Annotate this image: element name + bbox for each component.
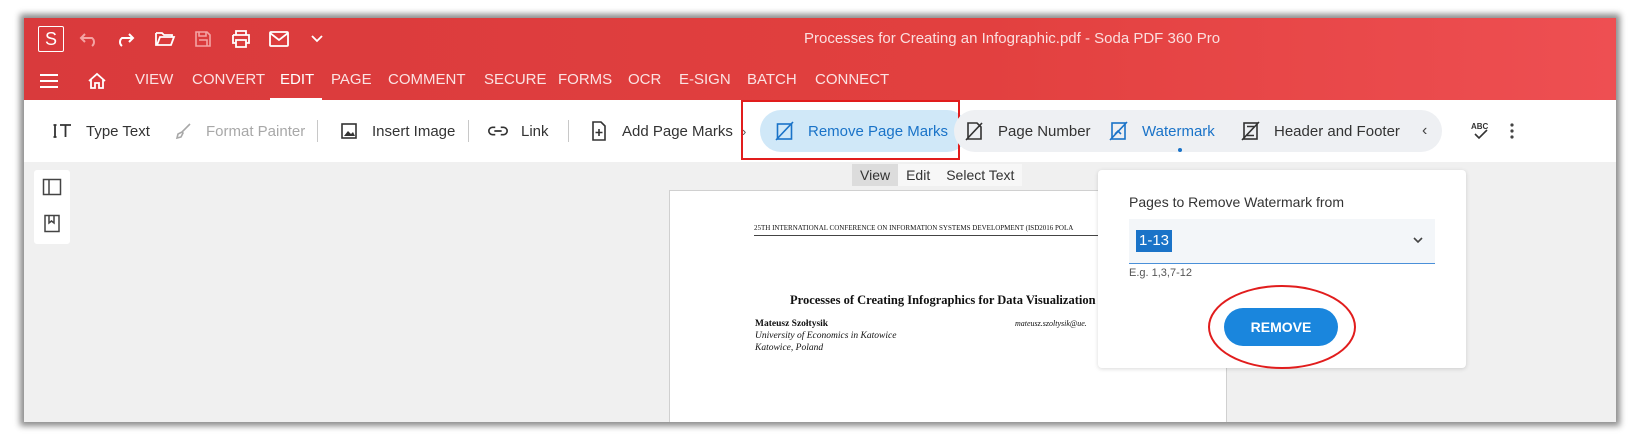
left-side-rail: [34, 170, 70, 244]
toolbar-divider: [317, 120, 318, 142]
chevron-down-icon[interactable]: [1411, 233, 1425, 247]
page-number-tool[interactable]: Page Number: [964, 100, 1091, 162]
tab-view[interactable]: View: [852, 164, 899, 186]
app-logo[interactable]: S: [38, 26, 64, 52]
menu-edit[interactable]: EDIT: [280, 71, 314, 88]
pages-range-hint: E.g. 1,3,7-12: [1129, 267, 1192, 279]
document-author: Mateusz Szołtysik: [755, 319, 829, 329]
watermark-label: Watermark: [1142, 122, 1215, 140]
menu-esign[interactable]: E-SIGN: [679, 71, 731, 88]
image-icon: [338, 120, 360, 142]
header-footer-icon: [1240, 120, 1262, 142]
link-label: Link: [521, 122, 549, 140]
annotation-highlight-box: [741, 100, 960, 160]
document-mode-tabs: View Edit Select Text: [852, 164, 1023, 186]
link-tool[interactable]: Link: [487, 100, 549, 162]
pages-field-label: Pages to Remove Watermark from: [1129, 194, 1344, 210]
menu-forms[interactable]: FORMS: [558, 71, 612, 88]
svg-text:ABC: ABC: [1471, 122, 1489, 131]
toolbar-divider: [468, 120, 469, 142]
insert-image-tool[interactable]: Insert Image: [338, 100, 455, 162]
open-folder-icon[interactable]: [152, 26, 178, 52]
scroll-left-icon[interactable]: ‹: [1422, 100, 1427, 162]
title-bar: S Processes for Creating an Infographic.…: [24, 18, 1616, 60]
menu-secure[interactable]: SECURE: [484, 71, 547, 88]
watermark-tool[interactable]: Watermark: [1108, 100, 1215, 162]
menu-convert[interactable]: CONVERT: [192, 71, 265, 88]
format-painter-icon: [172, 120, 194, 142]
document-running-header: 25TH INTERNATIONAL CONFERENCE ON INFORMA…: [754, 224, 1074, 232]
home-icon[interactable]: [84, 68, 110, 94]
document-title: Processes of Creating Infographics for D…: [790, 293, 1096, 307]
save-icon[interactable]: [190, 26, 216, 52]
more-options-icon[interactable]: [1509, 100, 1515, 162]
type-text-label: Type Text: [86, 122, 150, 140]
bookmark-icon[interactable]: [43, 214, 61, 239]
selected-tool-indicator: [1178, 148, 1182, 152]
menu-view[interactable]: VIEW: [135, 71, 173, 88]
format-painter-label: Format Painter: [206, 122, 306, 140]
add-page-marks-tool[interactable]: Add Page Marks: [588, 100, 733, 162]
hamburger-menu-icon[interactable]: [36, 68, 62, 94]
annotation-highlight-ellipse: [1208, 285, 1356, 369]
link-icon: [487, 120, 509, 142]
app-window: S Processes for Creating an Infographic.…: [24, 18, 1616, 422]
edit-toolbar: Type Text Format Painter Insert Image Li…: [24, 100, 1616, 162]
menu-bar: VIEW CONVERT EDIT PAGE COMMENT SECURE FO…: [24, 60, 1616, 100]
type-text-icon: [52, 120, 74, 142]
remove-watermark-panel: Pages to Remove Watermark from 1-13 E.g.…: [1098, 170, 1466, 369]
print-icon[interactable]: [228, 26, 254, 52]
format-painter-tool[interactable]: Format Painter: [172, 100, 305, 162]
tab-edit[interactable]: Edit: [898, 164, 938, 186]
add-page-marks-icon: [588, 120, 610, 142]
mail-icon[interactable]: [266, 26, 292, 52]
watermark-icon: [1108, 120, 1130, 142]
menu-comment[interactable]: COMMENT: [388, 71, 466, 88]
add-page-marks-label: Add Page Marks: [622, 122, 733, 140]
insert-image-label: Insert Image: [372, 122, 456, 140]
tab-select-text[interactable]: Select Text: [938, 164, 1022, 186]
document-location: Katowice, Poland: [755, 343, 824, 353]
toolbar-divider: [568, 120, 569, 142]
menu-connect[interactable]: CONNECT: [815, 71, 889, 88]
pages-range-value[interactable]: 1-13: [1136, 230, 1173, 252]
page-number-label: Page Number: [998, 122, 1091, 140]
menu-batch[interactable]: BATCH: [747, 71, 797, 88]
panel-toggle-icon[interactable]: [42, 178, 62, 201]
document-email: mateusz.szoltysik@ue.: [1015, 319, 1087, 328]
header-footer-tool[interactable]: Header and Footer: [1240, 100, 1400, 162]
window-title: Processes for Creating an Infographic.pd…: [804, 30, 1221, 47]
undo-icon[interactable]: [76, 26, 102, 52]
chevron-down-icon[interactable]: [304, 26, 330, 52]
document-affiliation: University of Economics in Katowice: [755, 331, 897, 341]
menu-page[interactable]: PAGE: [331, 71, 372, 88]
header-footer-label: Header and Footer: [1274, 122, 1400, 140]
spell-check-icon[interactable]: ABC: [1470, 100, 1492, 162]
redo-icon[interactable]: [112, 26, 138, 52]
page-number-icon: [964, 120, 986, 142]
pages-range-select[interactable]: 1-13: [1129, 219, 1435, 264]
menu-ocr[interactable]: OCR: [628, 71, 661, 88]
type-text-tool[interactable]: Type Text: [52, 100, 150, 162]
